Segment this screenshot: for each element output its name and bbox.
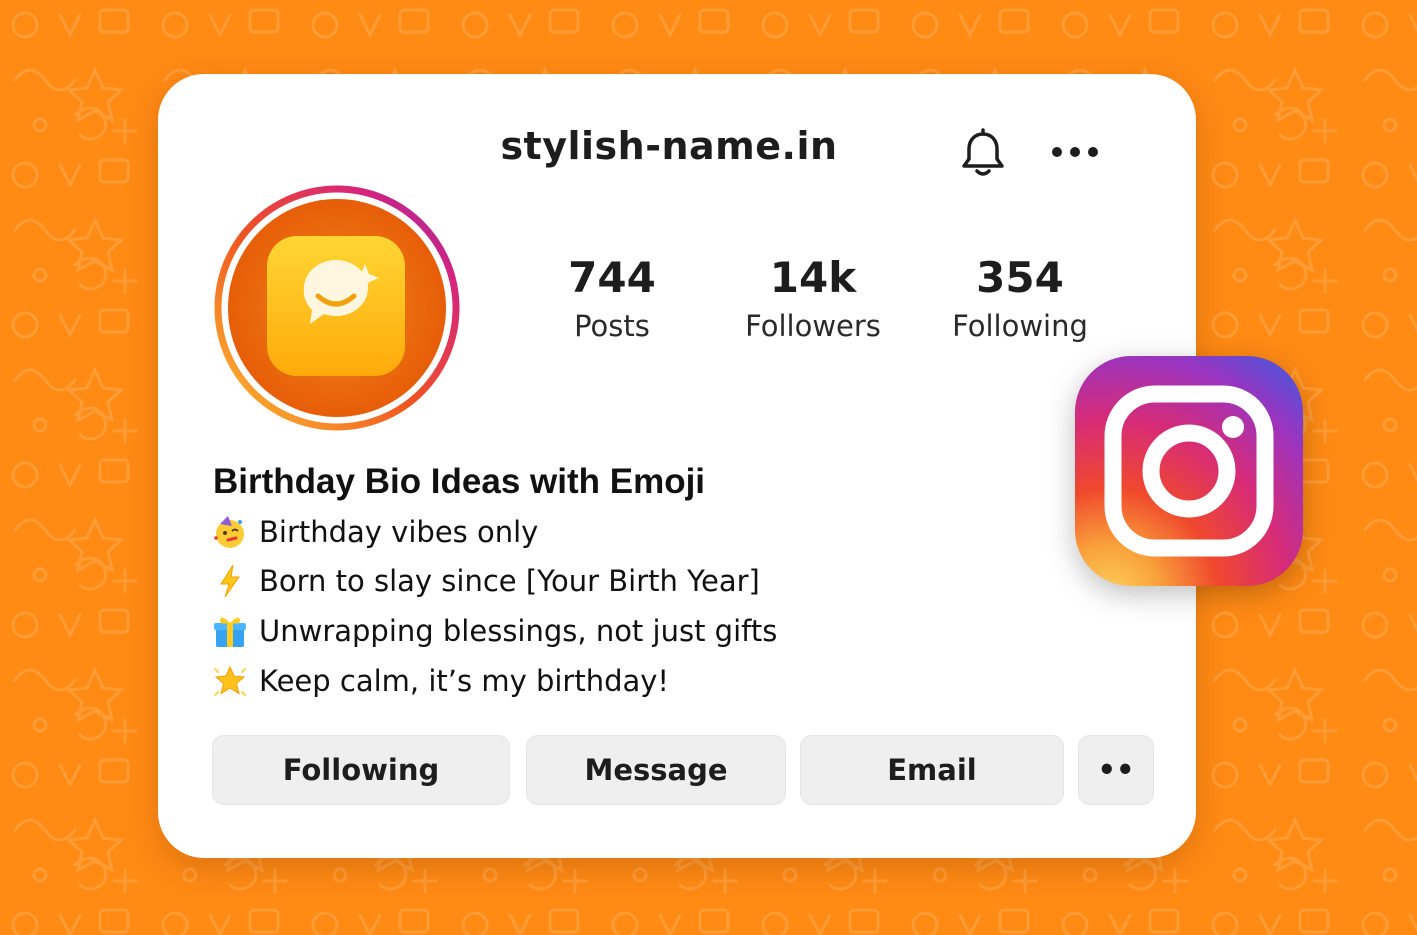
glowing-star-emoji (214, 665, 246, 696)
following-button[interactable]: Following (212, 735, 510, 805)
instagram-logo-icon (1075, 356, 1303, 586)
stat-followers[interactable]: 14k Followers (728, 252, 898, 348)
gift-emoji (214, 617, 246, 647)
stat-followers-count: 14k (769, 253, 857, 302)
lightning-emoji (220, 564, 240, 598)
bio-title: Birthday Bio Ideas with Emoji (213, 462, 706, 501)
bio-line-text: Born to slay since [Your Birth Year] (259, 564, 760, 598)
message-button[interactable]: Message (526, 735, 786, 805)
stat-posts-label: Posts (574, 309, 650, 343)
stat-posts-count: 744 (568, 253, 656, 302)
bio-line-3: Unwrapping blessings, not just gifts (212, 611, 777, 651)
bio-line-4: Keep calm, it’s my birthday! (212, 661, 669, 701)
bell-icon[interactable] (960, 128, 1006, 178)
bio-line-text: Unwrapping blessings, not just gifts (259, 614, 778, 648)
profile-avatar[interactable] (213, 184, 461, 432)
stat-following[interactable]: 354 Following (940, 252, 1100, 348)
stat-following-count: 354 (976, 253, 1064, 302)
profile-username: stylish-name.in (500, 124, 838, 168)
bio-line-2: Born to slay since [Your Birth Year] (212, 561, 760, 601)
stat-followers-label: Followers (745, 309, 881, 343)
more-actions-button[interactable]: •• (1078, 735, 1154, 805)
stat-posts[interactable]: 744 Posts (542, 252, 682, 348)
partying-face-emoji (214, 516, 244, 548)
bio-line-text: Birthday vibes only (259, 515, 539, 549)
email-button[interactable]: Email (800, 735, 1064, 805)
stat-following-label: Following (952, 309, 1088, 343)
more-horizontal-icon[interactable] (1050, 143, 1100, 161)
bio-line-text: Keep calm, it’s my birthday! (259, 664, 670, 698)
bio-line-1: Birthday vibes only (212, 512, 538, 552)
